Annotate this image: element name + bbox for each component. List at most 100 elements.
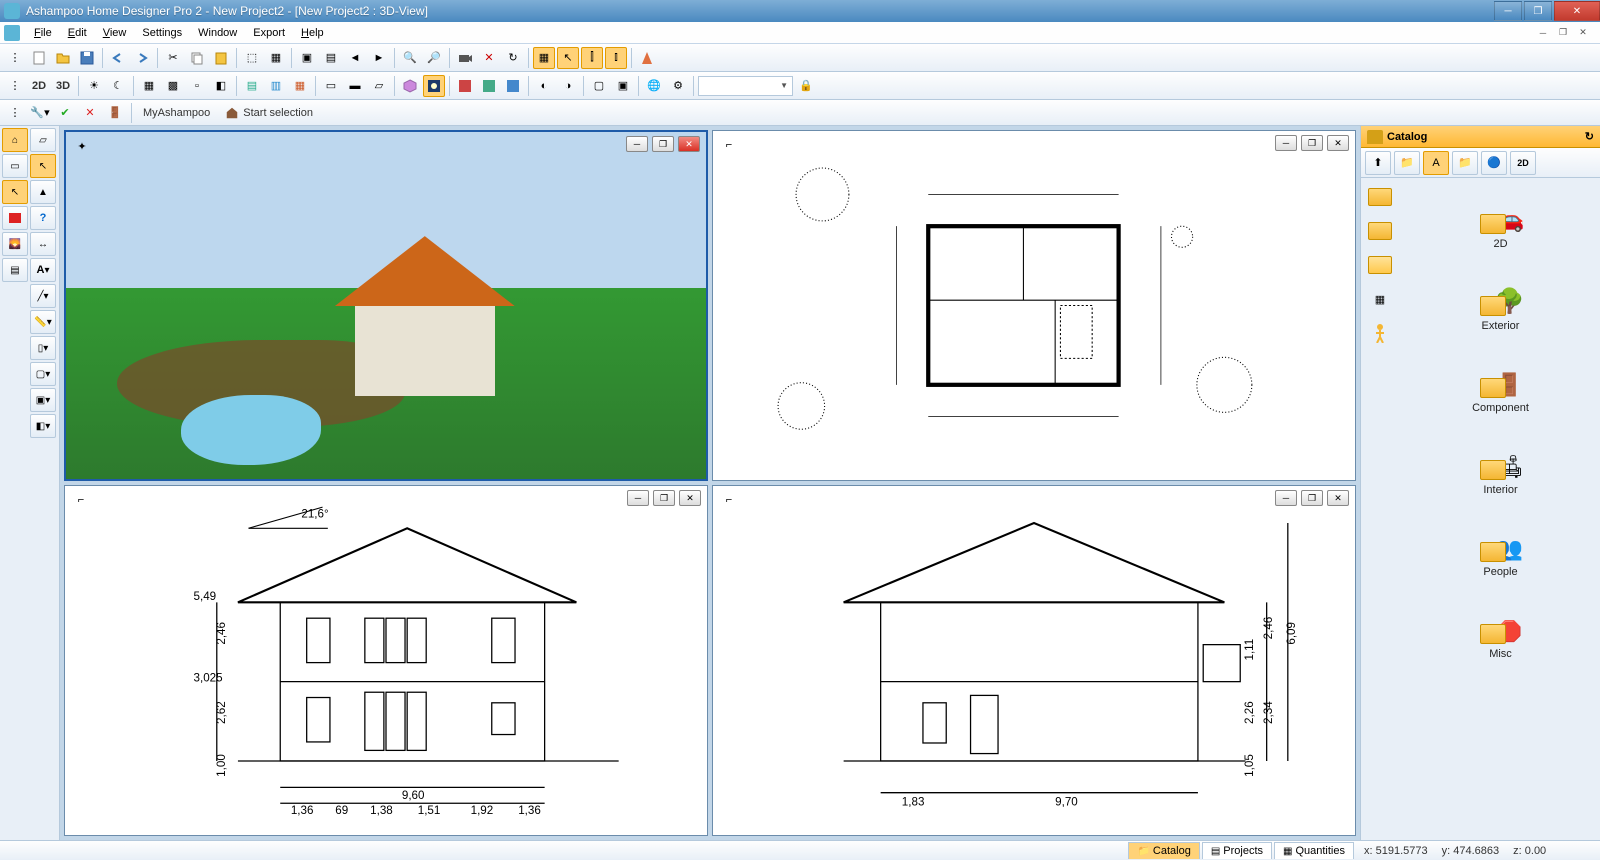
refresh-catalog-icon[interactable]: ↻ xyxy=(1585,130,1594,143)
perspective-button[interactable]: ▱ xyxy=(368,75,390,97)
refresh-button[interactable]: ↻ xyxy=(502,47,524,69)
tool-stairs[interactable]: ▤ xyxy=(2,258,28,282)
pointer-button[interactable]: ↖ xyxy=(557,47,579,69)
tool-measure[interactable]: 📏▾ xyxy=(30,310,56,334)
menu-edit[interactable]: Edit xyxy=(60,24,95,42)
nav-start-selection[interactable]: Start selection xyxy=(219,103,319,123)
floor-all-button[interactable]: ▦ xyxy=(289,75,311,97)
lock-button[interactable]: 🔒 xyxy=(795,75,817,97)
new-view-button[interactable]: ▣ xyxy=(296,47,318,69)
floor-down-button[interactable]: ▥ xyxy=(265,75,287,97)
elev2-corner-icon[interactable]: ⌐ xyxy=(719,490,739,510)
tool-red-flag[interactable] xyxy=(2,206,28,230)
settings-gear-button[interactable]: ⚙ xyxy=(667,75,689,97)
render-mode-4-button[interactable]: ◧ xyxy=(210,75,232,97)
cut-button[interactable]: ✂ xyxy=(162,47,184,69)
floor-up-button[interactable]: ▤ xyxy=(241,75,263,97)
catalog-folder-open[interactable] xyxy=(1365,252,1395,278)
menu-export[interactable]: Export xyxy=(245,24,293,42)
catalog-item-misc[interactable]: 🛑 Misc xyxy=(1451,596,1551,660)
cancel-red-button[interactable]: ✕ xyxy=(79,102,101,124)
close-button[interactable]: ✕ xyxy=(1554,1,1600,21)
catalog-item-component[interactable]: 🚪 Component xyxy=(1451,350,1551,414)
menu-help[interactable]: Help xyxy=(293,24,332,42)
paste-button[interactable] xyxy=(210,47,232,69)
minimize-button[interactable]: ─ xyxy=(1494,1,1522,21)
save-button[interactable] xyxy=(76,47,98,69)
grid-button[interactable]: ▦ xyxy=(533,47,555,69)
layer-button[interactable]: ▭ xyxy=(320,75,342,97)
tool-terrain[interactable]: 🌄 xyxy=(2,232,28,256)
tool-object[interactable]: ◧▾ xyxy=(30,414,56,438)
plan-corner-icon[interactable]: ⌐ xyxy=(719,135,739,155)
vp-minimize-button-4[interactable]: ─ xyxy=(1275,490,1297,506)
camera-button[interactable] xyxy=(454,47,476,69)
vp-maximize-button-4[interactable]: ❐ xyxy=(1301,490,1323,506)
view-3d-button[interactable]: 3D xyxy=(52,75,74,97)
redo-button[interactable] xyxy=(131,47,153,69)
status-tab-projects[interactable]: ▤ Projects xyxy=(1202,842,1272,859)
vp-close-button[interactable]: ✕ xyxy=(678,136,700,152)
tool-column[interactable]: ▯▾ xyxy=(30,336,56,360)
prev-button[interactable]: ◄ xyxy=(344,47,366,69)
compass-icon[interactable]: ✦ xyxy=(72,136,92,156)
zoom-out-button[interactable]: 🔎 xyxy=(423,47,445,69)
tool-text[interactable]: A▾ xyxy=(30,258,56,282)
nav-myashampoo[interactable]: MyAshampoo xyxy=(137,104,216,122)
tool-b-button[interactable]: ▣ xyxy=(612,75,634,97)
tool-cursor[interactable]: ↖ xyxy=(2,180,28,204)
color-3-button[interactable] xyxy=(502,75,524,97)
globe-button[interactable]: 🌐 xyxy=(643,75,665,97)
menu-settings[interactable]: Settings xyxy=(134,24,190,42)
render-mode-1-button[interactable]: ▦ xyxy=(138,75,160,97)
snap-lines-button[interactable]: ⫿ xyxy=(581,47,603,69)
snap-grid-button[interactable]: ⫾ xyxy=(605,47,627,69)
catalog-folder-1[interactable] xyxy=(1365,184,1395,210)
door-icon[interactable]: 🚪 xyxy=(104,102,126,124)
elev-corner-icon[interactable]: ⌐ xyxy=(71,490,91,510)
mdi-minimize-button[interactable]: ─ xyxy=(1534,25,1552,41)
check-button[interactable]: ✔ xyxy=(54,102,76,124)
catalog-home-button[interactable]: 📁 xyxy=(1394,151,1420,175)
vp-close-button-3[interactable]: ✕ xyxy=(679,490,701,506)
catalog-item-people[interactable]: 👥 People xyxy=(1451,514,1551,578)
vp-maximize-button[interactable]: ❐ xyxy=(652,136,674,152)
tool-dimension[interactable]: ↔ xyxy=(30,232,56,256)
tile-button[interactable]: ▤ xyxy=(320,47,342,69)
select-button[interactable]: ⬚ xyxy=(241,47,263,69)
vp-minimize-button-3[interactable]: ─ xyxy=(627,490,649,506)
moon-button[interactable]: ☾ xyxy=(107,75,129,97)
color-1-button[interactable] xyxy=(454,75,476,97)
catalog-item-2d[interactable]: 🚗 2D xyxy=(1451,186,1551,250)
open-button[interactable] xyxy=(52,47,74,69)
catalog-fence-icon[interactable]: ▦ xyxy=(1365,286,1395,312)
undo-button[interactable] xyxy=(107,47,129,69)
viewport-3d[interactable]: ✦ ─ ❐ ✕ xyxy=(64,130,708,481)
render-mode-3-button[interactable]: ▫ xyxy=(186,75,208,97)
delete-button[interactable]: ✕ xyxy=(478,47,500,69)
color-2-button[interactable] xyxy=(478,75,500,97)
tool-line[interactable]: ╱▾ xyxy=(30,284,56,308)
render-mode-2-button[interactable]: ▩ xyxy=(162,75,184,97)
tool-help[interactable]: ? xyxy=(30,206,56,230)
catalog-filter-b-button[interactable]: 📁 xyxy=(1452,151,1478,175)
wrench-button[interactable]: 🔧▾ xyxy=(29,102,51,124)
tool-room[interactable]: ▱ xyxy=(30,128,56,152)
vp-minimize-button[interactable]: ─ xyxy=(626,136,648,152)
tool-wall[interactable]: ⌂ xyxy=(2,128,28,152)
zoom-in-button[interactable]: 🔍 xyxy=(399,47,421,69)
copy-button[interactable] xyxy=(186,47,208,69)
menu-file[interactable]: File xyxy=(26,24,60,42)
maximize-button[interactable]: ❐ xyxy=(1524,1,1552,21)
tool-a-button[interactable]: ▢ xyxy=(588,75,610,97)
mdi-restore-button[interactable]: ❐ xyxy=(1554,25,1572,41)
next-button[interactable]: ► xyxy=(368,47,390,69)
viewport-elevation-side[interactable]: ⌐ ─ ❐ ✕ xyxy=(712,485,1356,836)
tool-pointer[interactable]: ↖ xyxy=(30,154,56,178)
vp-maximize-button-3[interactable]: ❐ xyxy=(653,490,675,506)
tool-selection[interactable]: ▭ xyxy=(2,154,28,178)
vp-close-button-4[interactable]: ✕ xyxy=(1327,490,1349,506)
catalog-folder-2[interactable] xyxy=(1365,218,1395,244)
cube-button[interactable] xyxy=(399,75,421,97)
menu-window[interactable]: Window xyxy=(190,24,245,42)
